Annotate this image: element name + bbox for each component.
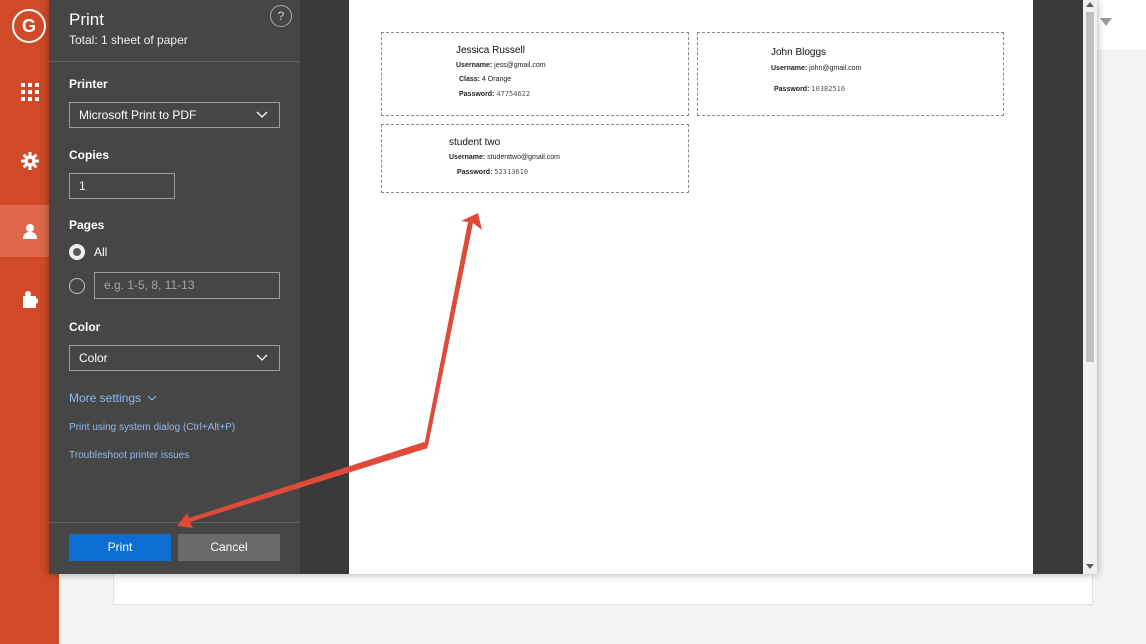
print-button[interactable]: Print bbox=[69, 534, 171, 561]
more-settings-link[interactable]: More settings bbox=[69, 391, 157, 405]
pages-label: Pages bbox=[69, 218, 105, 232]
sheet-count: Total: 1 sheet of paper bbox=[69, 33, 188, 47]
system-dialog-link[interactable]: Print using system dialog (Ctrl+Alt+P) bbox=[69, 422, 235, 433]
scroll-down-icon[interactable] bbox=[1086, 564, 1094, 569]
print-dialog: Print Total: 1 sheet of paper ? Printer … bbox=[49, 0, 1097, 574]
username-row: Username: john@gmail.com bbox=[771, 65, 861, 72]
username-label: Username: bbox=[771, 65, 808, 72]
copies-label: Copies bbox=[69, 148, 110, 162]
more-settings-label: More settings bbox=[69, 391, 142, 405]
class-label: Class: bbox=[459, 76, 481, 83]
pages-range-input[interactable]: e.g. 1-5, 8, 11-13 bbox=[94, 272, 280, 299]
pages-all-radio[interactable] bbox=[69, 244, 85, 260]
scrollbar-thumb[interactable] bbox=[1086, 12, 1094, 362]
color-label: Color bbox=[69, 320, 101, 334]
username-row: Username: studenttwo@gmail.com bbox=[449, 154, 560, 161]
student-card: student two Username: studenttwo@gmail.c… bbox=[381, 124, 689, 193]
troubleshoot-link[interactable]: Troubleshoot printer issues bbox=[69, 450, 189, 461]
password-label: Password: bbox=[774, 86, 810, 93]
copies-input[interactable]: 1 bbox=[69, 173, 175, 199]
divider bbox=[49, 61, 300, 62]
username-value: studenttwo@gmail.com bbox=[487, 154, 560, 161]
chevron-down-icon bbox=[256, 111, 268, 118]
printer-label: Printer bbox=[69, 77, 108, 91]
pages-all-label: All bbox=[94, 245, 108, 259]
help-icon[interactable]: ? bbox=[270, 5, 292, 27]
student-card: John Bloggs Username: john@gmail.com Pas… bbox=[697, 32, 1004, 116]
password-value: 47754622 bbox=[496, 90, 531, 98]
password-label: Password: bbox=[459, 91, 495, 98]
pages-custom-radio[interactable] bbox=[69, 278, 85, 294]
printer-select[interactable]: Microsoft Print to PDF bbox=[69, 102, 280, 128]
username-row: Username: jess@gmail.com bbox=[456, 62, 546, 69]
app-logo[interactable]: G bbox=[12, 9, 46, 43]
divider bbox=[49, 522, 300, 523]
chevron-down-icon bbox=[256, 354, 268, 361]
color-value: Color bbox=[79, 351, 108, 365]
printer-value: Microsoft Print to PDF bbox=[79, 108, 197, 122]
username-label: Username: bbox=[456, 62, 493, 69]
password-value: 52313610 bbox=[494, 168, 529, 176]
dialog-title: Print bbox=[69, 10, 104, 29]
preview-page: Jessica Russell Username: jess@gmail.com… bbox=[349, 0, 1033, 574]
chevron-down-icon[interactable] bbox=[1100, 18, 1112, 26]
cancel-button[interactable]: Cancel bbox=[178, 534, 280, 561]
password-row: Password: 52313610 bbox=[457, 168, 528, 176]
student-name: student two bbox=[449, 137, 501, 148]
password-value: 10382516 bbox=[811, 85, 846, 93]
username-label: Username: bbox=[449, 154, 486, 161]
student-name: Jessica Russell bbox=[456, 45, 525, 56]
password-row: Password: 10382516 bbox=[774, 85, 845, 93]
print-preview: Jessica Russell Username: jess@gmail.com… bbox=[300, 0, 1097, 574]
color-select[interactable]: Color bbox=[69, 345, 280, 371]
student-name: John Bloggs bbox=[771, 47, 827, 58]
chevron-down-icon bbox=[147, 395, 157, 401]
print-settings-panel: Print Total: 1 sheet of paper ? Printer … bbox=[49, 0, 300, 574]
password-label: Password: bbox=[457, 169, 493, 176]
class-row: Class: 4 Orange bbox=[459, 76, 511, 83]
scroll-up-icon[interactable] bbox=[1086, 2, 1094, 7]
class-value: 4 Orange bbox=[481, 76, 512, 83]
preview-scrollbar[interactable] bbox=[1083, 0, 1097, 574]
username-value: jess@gmail.com bbox=[494, 62, 546, 69]
student-card: Jessica Russell Username: jess@gmail.com… bbox=[381, 32, 689, 116]
password-row: Password: 47754622 bbox=[459, 90, 530, 98]
username-value: john@gmail.com bbox=[809, 65, 862, 72]
